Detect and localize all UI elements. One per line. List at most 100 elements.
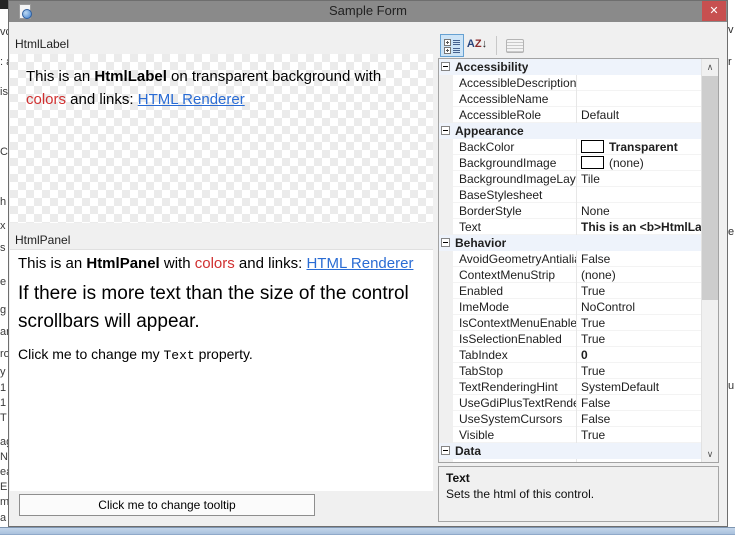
property-row[interactable]: UseSystemCursors False: [439, 411, 701, 427]
property-value[interactable]: True: [577, 283, 701, 299]
property-name: TabStop: [453, 363, 577, 379]
htmlpanel-caption: HtmlPanel: [15, 233, 71, 247]
category-name: Accessibility: [455, 60, 529, 74]
htmllabel-caption: HtmlLabel: [15, 37, 70, 51]
row-margin: [439, 219, 453, 235]
htmlpanel-click-line[interactable]: Click me to change my Text property.: [18, 346, 418, 363]
row-margin: [439, 251, 453, 267]
property-name: ImeMode: [453, 299, 577, 315]
background-text-fragment: ro: [0, 348, 8, 360]
property-value[interactable]: [577, 459, 701, 462]
html-renderer-link[interactable]: HTML Renderer: [138, 91, 245, 108]
change-tooltip-button[interactable]: Click me to change tooltip: [19, 494, 315, 516]
help-property-description: Sets the html of this control.: [446, 487, 595, 501]
background-text-fragment: e: [0, 276, 7, 288]
property-row[interactable]: UseGdiPlusTextRenderinFalse: [439, 395, 701, 411]
click-text: Click me to change my: [18, 346, 164, 362]
property-name: TextRenderingHint: [453, 379, 577, 395]
scrollbar-thumb[interactable]: [702, 76, 718, 300]
category-row[interactable]: Accessibility: [439, 59, 701, 75]
row-margin: [439, 283, 453, 299]
property-row[interactable]: BackColor Transparent: [439, 139, 701, 155]
property-row[interactable]: IsSelectionEnabled True: [439, 331, 701, 347]
property-row[interactable]: TextThis is an <b>HtmlLabe: [439, 219, 701, 235]
property-value[interactable]: True: [577, 315, 701, 331]
html-renderer-link[interactable]: HTML Renderer: [306, 255, 413, 272]
property-value[interactable]: SystemDefault: [577, 379, 701, 395]
scroll-down-icon[interactable]: ∨: [702, 446, 718, 462]
property-value[interactable]: False: [577, 411, 701, 427]
help-property-name: Text: [446, 471, 470, 485]
background-text-fragment: 1: [0, 397, 7, 409]
property-name: Visible: [453, 427, 577, 443]
property-row[interactable]: TabStop True: [439, 363, 701, 379]
property-row[interactable]: BaseStylesheet: [439, 187, 701, 203]
collapse-icon[interactable]: [439, 123, 453, 139]
property-name: IsSelectionEnabled: [453, 331, 577, 347]
property-value[interactable]: (none): [577, 155, 701, 171]
property-value[interactable]: True: [577, 331, 701, 347]
property-name: AvoidGeometryAntialias: [453, 251, 577, 267]
property-row[interactable]: ImeMode NoControl: [439, 299, 701, 315]
property-row[interactable]: AvoidGeometryAntialias False: [439, 251, 701, 267]
property-value[interactable]: 0: [577, 347, 701, 363]
property-value[interactable]: [577, 187, 701, 203]
property-row[interactable]: TextRenderingHint SystemDefault: [439, 379, 701, 395]
property-name: (DataBindings): [453, 459, 577, 462]
property-value[interactable]: True: [577, 427, 701, 443]
categorized-icon: [444, 39, 460, 54]
close-button[interactable]: ✕: [702, 1, 726, 21]
property-value[interactable]: Default: [577, 107, 701, 123]
property-value[interactable]: [577, 75, 701, 91]
property-value[interactable]: Transparent: [577, 139, 701, 155]
background-text-fragment: : a: [0, 56, 8, 68]
background-text-fragment: is: [0, 86, 8, 98]
categorized-button[interactable]: [440, 34, 464, 57]
category-row[interactable]: Behavior: [439, 235, 701, 251]
title-bar[interactable]: Sample Form ✕: [9, 1, 727, 22]
row-margin: [439, 171, 453, 187]
alphabetical-sort-button[interactable]: AZ↓: [465, 34, 489, 57]
collapse-icon[interactable]: [439, 235, 453, 251]
property-row[interactable]: ContextMenuStrip (none): [439, 267, 701, 283]
htmlpanel[interactable]: This is an HtmlPanel with colors and lin…: [10, 249, 433, 491]
property-name: Enabled: [453, 283, 577, 299]
expand-icon[interactable]: [439, 459, 453, 462]
property-row[interactable]: AccessibleRole Default: [439, 107, 701, 123]
property-value[interactable]: This is an <b>HtmlLabe: [577, 219, 701, 235]
property-row[interactable]: Enabled True: [439, 283, 701, 299]
property-value[interactable]: None: [577, 203, 701, 219]
property-row[interactable]: BackgroundImage (none): [439, 155, 701, 171]
category-name: Appearance: [455, 124, 524, 138]
toolbar-separator: [496, 36, 497, 55]
background-text-fragment: y: [0, 366, 6, 378]
background-text-fragment: h: [0, 196, 7, 208]
label-bold-text: HtmlLabel: [94, 68, 167, 85]
property-value[interactable]: True: [577, 363, 701, 379]
row-margin: [439, 187, 453, 203]
property-row[interactable]: AccessibleDescription: [439, 75, 701, 91]
panel-red-text: colors: [194, 255, 235, 272]
category-row[interactable]: Appearance: [439, 123, 701, 139]
property-value[interactable]: False: [577, 251, 701, 267]
property-row[interactable]: TabIndex 0: [439, 347, 701, 363]
property-row[interactable]: Visible True: [439, 427, 701, 443]
property-row[interactable]: BackgroundImageLayoutTile: [439, 171, 701, 187]
property-value[interactable]: NoControl: [577, 299, 701, 315]
property-value[interactable]: False: [577, 395, 701, 411]
property-row[interactable]: (DataBindings): [439, 459, 701, 462]
collapse-icon[interactable]: [439, 59, 453, 75]
property-grid-scrollbar[interactable]: ∧ ∨: [701, 59, 718, 462]
property-value[interactable]: [577, 91, 701, 107]
background-text-fragment: vc: [0, 26, 8, 38]
scroll-up-icon[interactable]: ∧: [702, 59, 718, 75]
property-row[interactable]: BorderStyle None: [439, 203, 701, 219]
property-row[interactable]: AccessibleName: [439, 91, 701, 107]
collapse-icon[interactable]: [439, 443, 453, 459]
property-value[interactable]: Tile: [577, 171, 701, 187]
background-text-fragment: ag: [0, 436, 8, 448]
property-row[interactable]: IsContextMenuEnabled True: [439, 315, 701, 331]
click-text: property.: [194, 346, 253, 362]
property-value[interactable]: (none): [577, 267, 701, 283]
category-row[interactable]: Data: [439, 443, 701, 459]
